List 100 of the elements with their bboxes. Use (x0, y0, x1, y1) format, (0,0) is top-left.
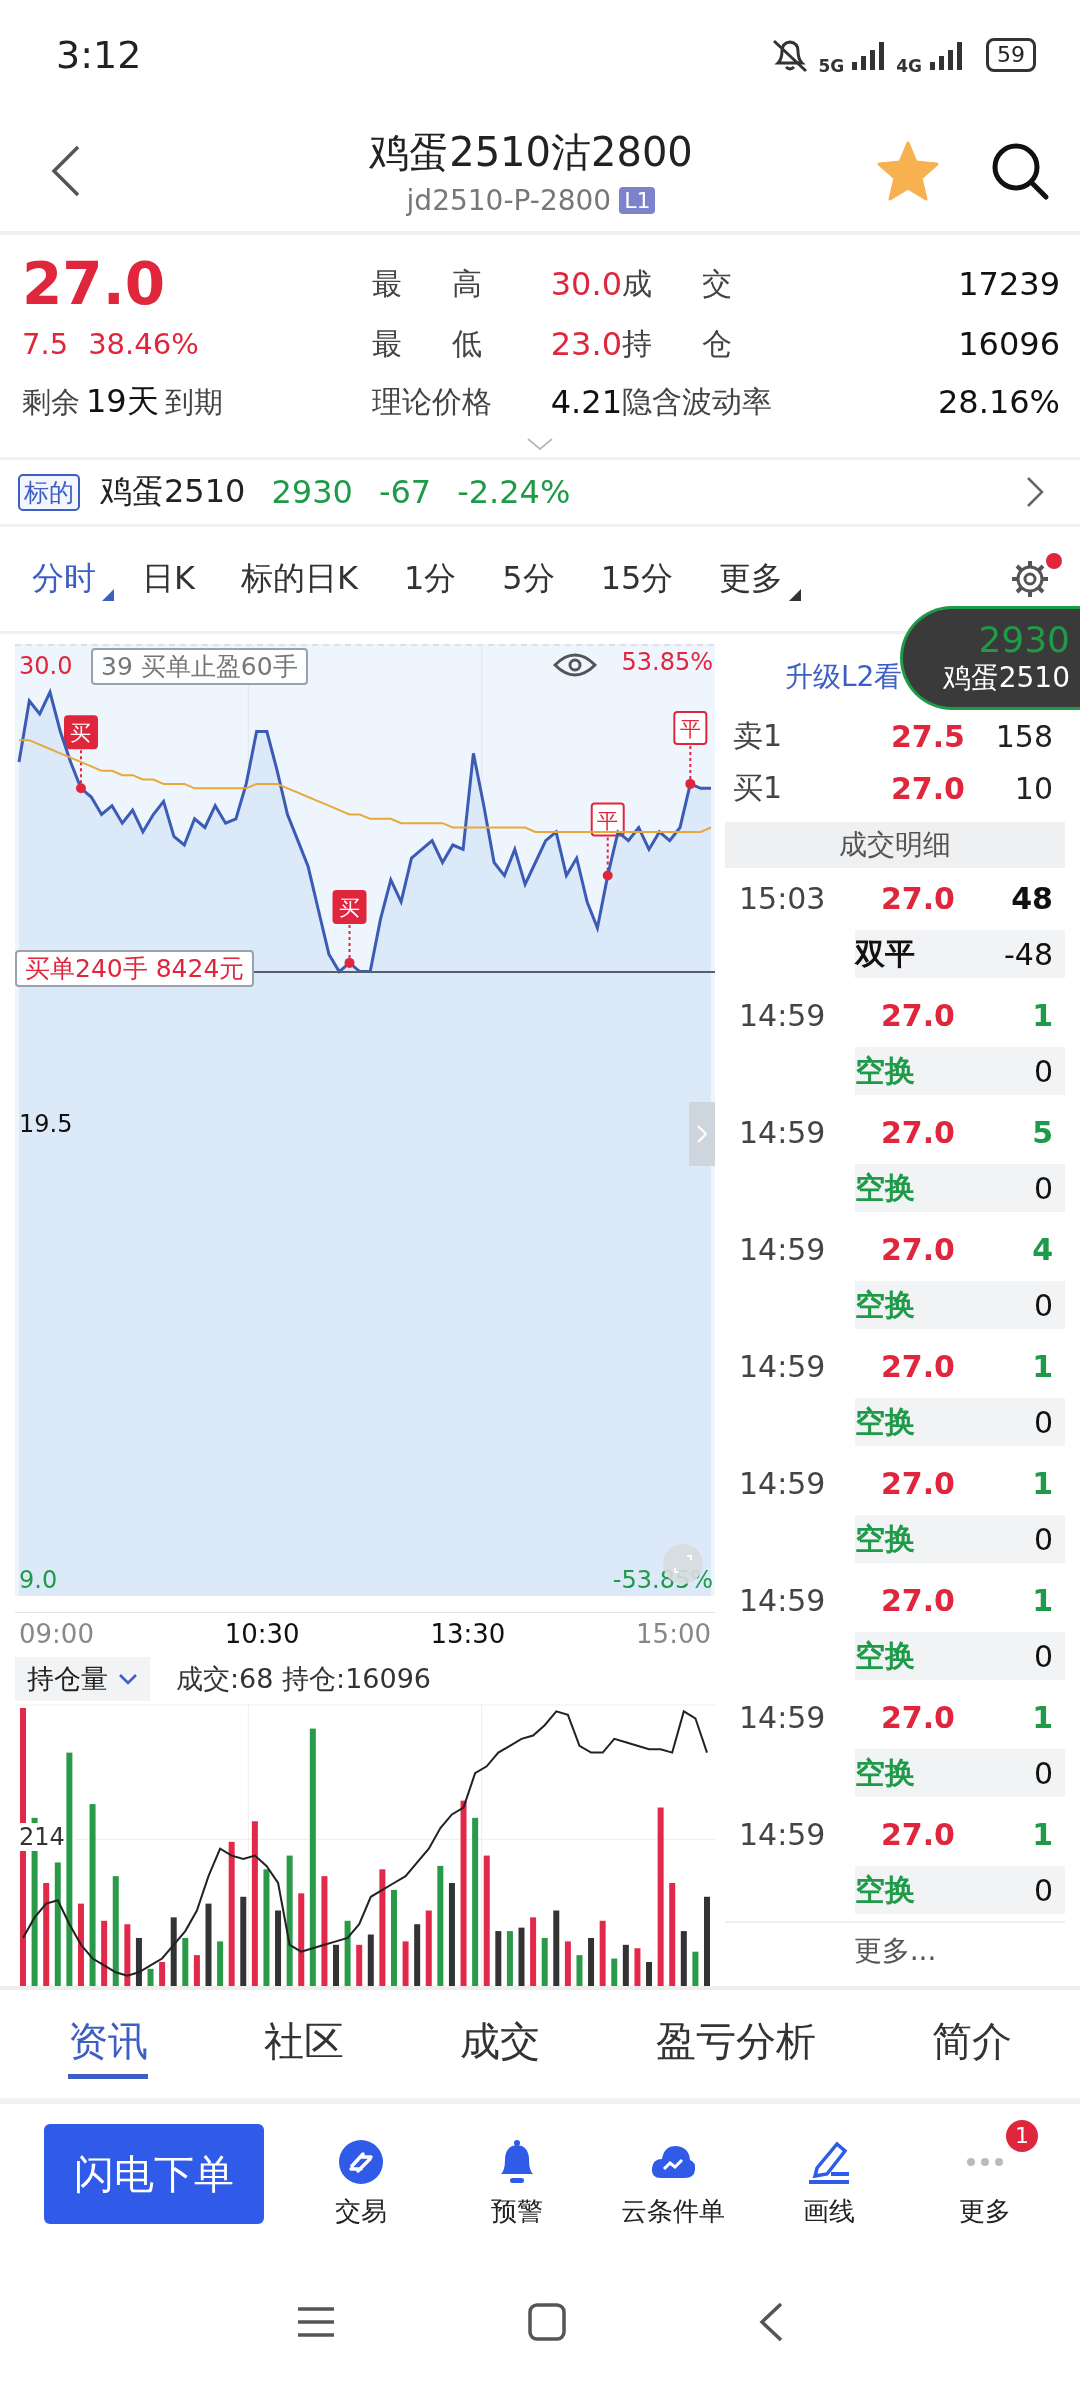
stat-value: 28.16% (937, 383, 1060, 421)
last-price: 27.0 (22, 250, 167, 318)
stat-value: 4.21 (549, 383, 622, 421)
time-label: 13:30 (430, 1618, 506, 1649)
trade-time: 14:59 (738, 1465, 827, 1501)
expand-handle[interactable] (689, 1102, 715, 1166)
more-link[interactable]: 更多... (725, 1921, 1065, 1979)
underlying-row[interactable]: 标的 鸡蛋2510 2930 -67 -2.24% (0, 457, 1080, 527)
trade-type-volume: 0 (1033, 1287, 1053, 1323)
depth-volume: 158 (994, 718, 1054, 754)
order-label[interactable]: 买单240手 8424元 (15, 949, 255, 987)
trade-point (344, 957, 355, 968)
chevron-down-icon (118, 1673, 138, 1686)
settings-icon[interactable] (1010, 559, 1050, 599)
toolbar-button[interactable]: 云条件单 (600, 2119, 746, 2229)
days-remaining: 19天 (86, 381, 159, 422)
underlying-change: -67 (378, 473, 432, 511)
trade-time: 14:59 (738, 997, 827, 1033)
info-tab[interactable]: 社区 (264, 2009, 344, 2079)
chart-tab[interactable]: 日K (130, 549, 215, 609)
trade-type: 空换 (855, 1753, 915, 1792)
indicator-dropdown[interactable]: 持仓量 (15, 1657, 150, 1702)
badge-name: 鸡蛋2510 (942, 660, 1070, 696)
more-icon (966, 2156, 1004, 2167)
stat-label: 理论价格 (372, 382, 493, 421)
time-label: 10:30 (224, 1618, 300, 1649)
chevron-right-icon (697, 1125, 707, 1143)
trade-type-volume: 0 (1033, 1170, 1053, 1206)
info-tab[interactable]: 成交 (460, 2009, 540, 2079)
trade-type-volume: -48 (1004, 936, 1053, 972)
trade-time: 14:59 (738, 1699, 827, 1735)
depth-price: 27.5 (889, 718, 965, 754)
axis-label: 30.0 (19, 652, 73, 680)
stat-value: 23.0 (549, 325, 622, 363)
expiry-label: 到期 (164, 384, 223, 421)
toolbar-button[interactable]: 交易 (288, 2119, 434, 2229)
trade-price: 27.0 (879, 1582, 955, 1618)
notification-badge: 1 (1006, 2119, 1038, 2152)
page-title: 鸡蛋2510沽2800 (369, 127, 693, 177)
trade-point (685, 778, 696, 789)
network-label: 4G (896, 56, 922, 76)
info-tab[interactable]: 盈亏分析 (656, 2009, 816, 2079)
trade-time: 14:59 (738, 1114, 827, 1150)
info-tab[interactable]: 简介 (932, 2009, 1012, 2079)
stat-label: 成 交 (622, 264, 733, 303)
toolbar-button[interactable]: 更多 1 (912, 2119, 1058, 2229)
stat-value: 16096 (957, 325, 1060, 363)
trade-price: 27.0 (879, 1231, 955, 1267)
stat-label: 隐含波动率 (622, 382, 773, 421)
axis-label: 53.85% (621, 648, 713, 676)
chart-tab[interactable]: 1分 (391, 549, 477, 609)
battery-indicator: 59 (986, 38, 1036, 72)
trade-type: 空换 (855, 1870, 915, 1909)
underlying-tag: 标的 (18, 473, 80, 511)
chart-tab[interactable]: 标的日K (229, 549, 378, 609)
trade-type: 空换 (855, 1285, 915, 1324)
trade-time: 15:03 (738, 880, 827, 916)
depth-label: 买1 (732, 768, 784, 807)
toolbar-button[interactable]: 预警 (444, 2119, 590, 2229)
trade-icon (337, 2137, 385, 2186)
trade-type-volume: 0 (1033, 1638, 1053, 1674)
trade-price: 27.0 (879, 1816, 955, 1852)
star-icon[interactable] (876, 139, 940, 202)
trade-type: 空换 (855, 1168, 915, 1207)
trade-volume: 1 (1031, 1348, 1054, 1384)
back-icon[interactable] (758, 2302, 785, 2342)
change-percent: 38.46% (88, 327, 199, 361)
axis-label: 9.0 (19, 1566, 58, 1594)
stat-label: 持 仓 (622, 324, 733, 363)
time-label: 09:00 (19, 1618, 94, 1649)
trade-price: 27.0 (879, 997, 955, 1033)
floating-quote[interactable]: 2930 鸡蛋2510 (900, 606, 1080, 710)
stat-value: 17239 (957, 265, 1060, 303)
volume-summary: 成交:68 持仓:16096 (176, 1662, 432, 1697)
home-icon[interactable] (527, 2302, 567, 2342)
level-badge: L1 (619, 186, 656, 214)
chart-tab[interactable]: 分时 (20, 549, 116, 609)
upgrade-link[interactable]: 升级L2看 (785, 644, 903, 710)
menu-icon[interactable] (295, 2306, 336, 2338)
order-label[interactable]: 39 买单止盈60手 (91, 648, 308, 685)
toolbar-button[interactable]: 画线 (756, 2119, 902, 2229)
trade-volume: 4 (1031, 1231, 1054, 1267)
underlying-price: 2930 (271, 473, 353, 511)
chart-tab[interactable]: 15分 (588, 549, 694, 609)
chart-tab[interactable]: 5分 (490, 549, 575, 609)
trade-point (75, 783, 86, 794)
trade-price: 27.0 (879, 880, 955, 916)
trade-price: 27.0 (879, 1699, 955, 1735)
price-change: 7.5 (22, 327, 69, 361)
section-header: 成交明细 (725, 822, 1065, 868)
depth-price: 27.0 (889, 770, 965, 806)
info-tab[interactable]: 资讯 (68, 2009, 148, 2079)
trade-volume: 48 (1010, 880, 1054, 916)
quick-order-button[interactable]: 闪电下单 (44, 2124, 264, 2224)
chart-tab[interactable]: 更多 (707, 549, 804, 609)
axis-label: -53.85% (612, 1566, 713, 1594)
trade-time: 14:59 (738, 1582, 827, 1618)
trade-type-volume: 0 (1033, 1404, 1053, 1440)
status-time: 3:12 (56, 33, 142, 77)
axis-label: 214 (19, 1823, 65, 1852)
